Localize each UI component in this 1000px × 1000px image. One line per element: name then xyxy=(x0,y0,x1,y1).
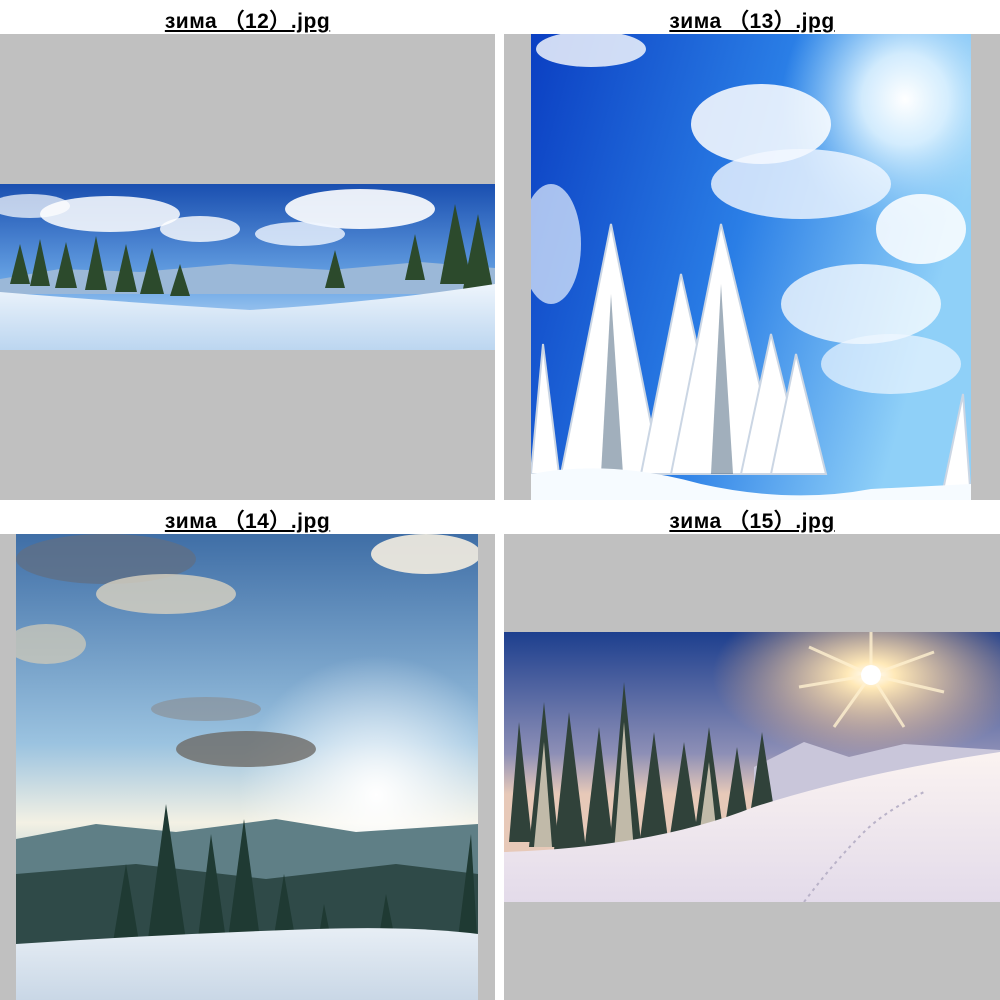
winter-sunset-mountains-picture xyxy=(16,534,478,1000)
thumbnail-frame[interactable] xyxy=(0,534,495,1000)
snowy-firs-sky-image[interactable] xyxy=(531,34,971,500)
thumbnail-12[interactable]: зима （12）.jpg xyxy=(0,0,495,500)
winter-panorama-picture xyxy=(0,184,495,350)
thumbnail-15[interactable]: зима （15）.jpg xyxy=(504,500,1000,1000)
thumbnail-caption[interactable]: зима （13）.jpg xyxy=(504,5,1000,33)
sunburst-snowfield-image[interactable] xyxy=(504,632,1000,902)
thumbnail-frame[interactable] xyxy=(504,34,1000,500)
thumbnail-caption[interactable]: зима （15）.jpg xyxy=(504,505,1000,533)
winter-sunset-mountains-image[interactable] xyxy=(16,534,478,1000)
winter-panorama-image[interactable] xyxy=(0,184,495,350)
thumbnail-frame[interactable] xyxy=(0,34,495,500)
thumbnail-13[interactable]: зима （13）.jpg xyxy=(504,0,1000,500)
thumbnail-14[interactable]: зима （14）.jpg xyxy=(0,500,495,1000)
thumbnail-caption[interactable]: зима （12）.jpg xyxy=(0,5,495,33)
snowy-firs-sky-picture xyxy=(531,34,971,500)
thumbnail-caption[interactable]: зима （14）.jpg xyxy=(0,505,495,533)
thumbnail-frame[interactable] xyxy=(504,534,1000,1000)
sunburst-snowfield-picture xyxy=(504,632,1000,902)
